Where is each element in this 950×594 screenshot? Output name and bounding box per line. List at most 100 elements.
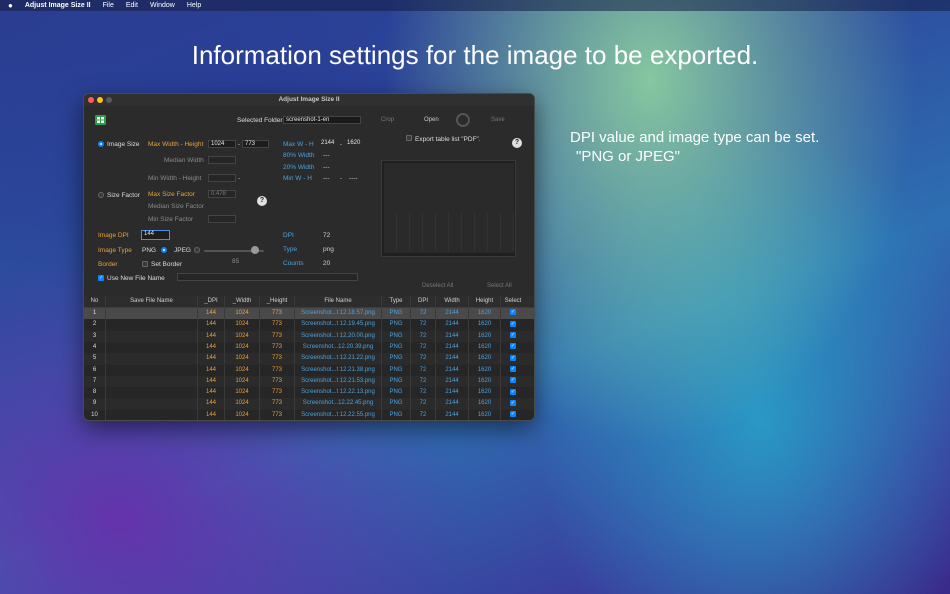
cell-new-dpi: 144 (198, 308, 225, 320)
max-h-value: 1620 (347, 140, 361, 146)
col-height[interactable]: Height (469, 296, 501, 307)
max-size-factor-field[interactable]: 0.478 (208, 190, 236, 198)
cell-type: PNG (382, 375, 411, 388)
table-row[interactable]: 4 144 1024 773 Screenshot...12.20.39.png PNG 7… (84, 341, 534, 354)
jpeg-radio[interactable] (194, 247, 200, 253)
max-height-field[interactable]: 773 (242, 140, 269, 148)
col-dpi[interactable]: DPI (411, 296, 436, 307)
cell-save-file-name (106, 398, 198, 410)
cell-new-width: 1024 (225, 409, 260, 420)
app-window: Adjust Image Size II Selected Folder scr… (83, 93, 535, 421)
select-checkbox[interactable]: ✓ (510, 354, 516, 361)
open-button[interactable]: Open (424, 117, 439, 123)
png-radio[interactable] (161, 247, 167, 253)
table-row[interactable]: 9 144 1024 773 Screenshot...12.22.45.png PNG 7… (84, 398, 534, 410)
table-row[interactable]: 3 144 1024 773 Screenshot...t 12.20.00.png PN… (84, 330, 534, 342)
size-factor-help-icon[interactable]: ? (257, 196, 267, 206)
cell-file-name: Screenshot...t 12.19.45.png (295, 319, 382, 331)
png-label: PNG (142, 247, 157, 254)
use-new-file-name-checkbox[interactable]: ✓ (98, 275, 104, 281)
cell-new-width: 1024 (225, 364, 260, 376)
border-label: Border (98, 261, 118, 268)
selected-folder-field[interactable]: screenshot-1-en (283, 116, 361, 124)
window-title: Adjust Image Size II (278, 96, 340, 103)
col-no[interactable]: No (84, 296, 106, 307)
menu-app-name[interactable]: Adjust Image Size II (25, 2, 91, 9)
image-dpi-label: Image DPI (98, 232, 129, 239)
select-checkbox[interactable]: ✓ (510, 343, 516, 350)
cell-dpi: 72 (411, 387, 436, 399)
min-wh-label: Min W - H (283, 175, 312, 182)
col-type[interactable]: Type (382, 296, 411, 307)
select-checkbox[interactable]: ✓ (510, 309, 516, 316)
cell-select: ✓ (501, 376, 525, 387)
table-row[interactable]: 7 144 1024 773 Screenshot...t 12.21.53.png PN… (84, 375, 534, 388)
col-new-dpi[interactable]: _DPI (198, 296, 225, 307)
save-button[interactable]: Save (491, 117, 505, 123)
max-w-value: 2144 (321, 140, 335, 146)
dash-label-2: - (238, 175, 241, 182)
cell-new-width: 1024 (225, 330, 260, 342)
cell-new-width: 1024 (225, 319, 260, 331)
cell-new-width: 1024 (225, 398, 260, 410)
select-checkbox[interactable]: ✓ (510, 332, 516, 339)
cell-new-dpi: 144 (198, 387, 225, 399)
select-all-button[interactable]: Select All (487, 283, 512, 289)
cell-new-dpi: 144 (198, 375, 225, 388)
new-file-name-field[interactable] (177, 273, 358, 281)
table-row[interactable]: 1 144 1024 773 Screenshot...t 12.18.57.png PN… (84, 308, 534, 320)
median-width-field[interactable] (208, 156, 236, 164)
col-file-name[interactable]: File Name (295, 296, 382, 307)
cell-save-file-name (106, 341, 198, 354)
grid-app-icon[interactable] (95, 115, 106, 125)
min-size-factor-field[interactable] (208, 215, 236, 223)
menu-file[interactable]: File (103, 2, 114, 9)
cell-save-file-name (106, 387, 198, 399)
cell-new-width: 1024 (225, 353, 260, 365)
cell-type: PNG (382, 387, 411, 399)
table-row[interactable]: 5 144 1024 773 Screenshot...t 12.21.22.png PN… (84, 353, 534, 365)
table-row[interactable]: 2 144 1024 773 Screenshot...t 12.19.45.png PN… (84, 319, 534, 331)
image-size-radio[interactable] (98, 141, 104, 147)
select-checkbox[interactable]: ✓ (510, 399, 516, 406)
help-icon[interactable]: ? (512, 138, 522, 148)
table-row[interactable]: 6 144 1024 773 Screenshot...t 12.21.38.png PN… (84, 364, 534, 376)
set-border-label: Set Border (151, 261, 183, 268)
table-row[interactable]: 10 144 1024 773 Screenshot...t 12.22.55.png P… (84, 409, 534, 420)
col-new-height[interactable]: _Height (260, 296, 295, 307)
select-checkbox[interactable]: ✓ (510, 388, 516, 395)
quality-slider-thumb[interactable] (251, 246, 259, 254)
crop-button[interactable]: Crop (381, 117, 394, 123)
cell-height: 1620 (469, 341, 501, 354)
cell-new-height: 773 (260, 364, 295, 376)
col-select[interactable]: Select (501, 296, 525, 307)
table-row[interactable]: 8 144 1024 773 Screenshot...t 12.22.13.png PN… (84, 387, 534, 399)
col-new-width[interactable]: _Width (225, 296, 260, 307)
select-checkbox[interactable]: ✓ (510, 377, 516, 384)
max-width-field[interactable]: 1024 (208, 140, 236, 148)
cell-type: PNG (382, 364, 411, 376)
cell-no: 2 (84, 319, 106, 331)
max-width-height-label: Max Width - Height (148, 141, 204, 148)
select-checkbox[interactable]: ✓ (510, 365, 516, 372)
cell-save-file-name (106, 353, 198, 365)
export-pdf-label: Export table list "PDF". (415, 136, 481, 143)
export-pdf-checkbox[interactable] (406, 135, 412, 141)
menu-window[interactable]: Window (150, 2, 175, 9)
type-stat-value: png (323, 246, 334, 253)
deselect-all-button[interactable]: Deselect All (422, 283, 453, 289)
menu-help[interactable]: Help (187, 2, 201, 9)
apple-icon[interactable]: ● (8, 1, 13, 10)
size-factor-radio[interactable] (98, 192, 104, 198)
set-border-checkbox[interactable] (142, 261, 148, 267)
image-dpi-field[interactable]: 144 (141, 230, 170, 240)
cell-dpi: 72 (411, 330, 436, 342)
col-width[interactable]: Width (436, 296, 469, 307)
col-save-file-name[interactable]: Save File Name (106, 296, 198, 307)
select-checkbox[interactable]: ✓ (510, 411, 516, 418)
menu-edit[interactable]: Edit (126, 2, 138, 9)
min-width-field[interactable] (208, 174, 236, 182)
cell-height: 1620 (469, 308, 501, 320)
use-new-file-name-label: Use New File Name (107, 275, 165, 282)
select-checkbox[interactable]: ✓ (510, 320, 516, 327)
